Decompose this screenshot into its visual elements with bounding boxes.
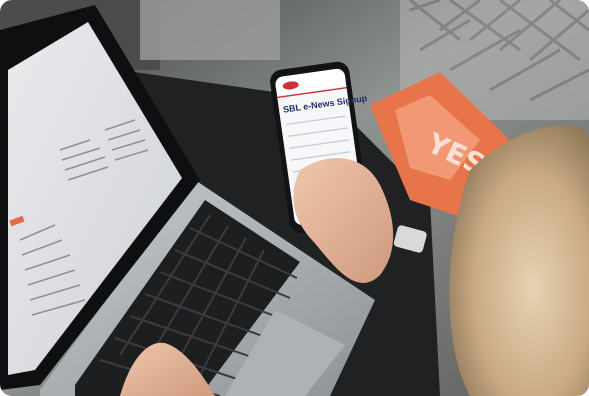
photo: YES SBL e-News Signup bbox=[0, 0, 589, 396]
photo-scene: YES SBL e-News Signup bbox=[0, 0, 589, 396]
light-patch bbox=[140, 0, 280, 60]
